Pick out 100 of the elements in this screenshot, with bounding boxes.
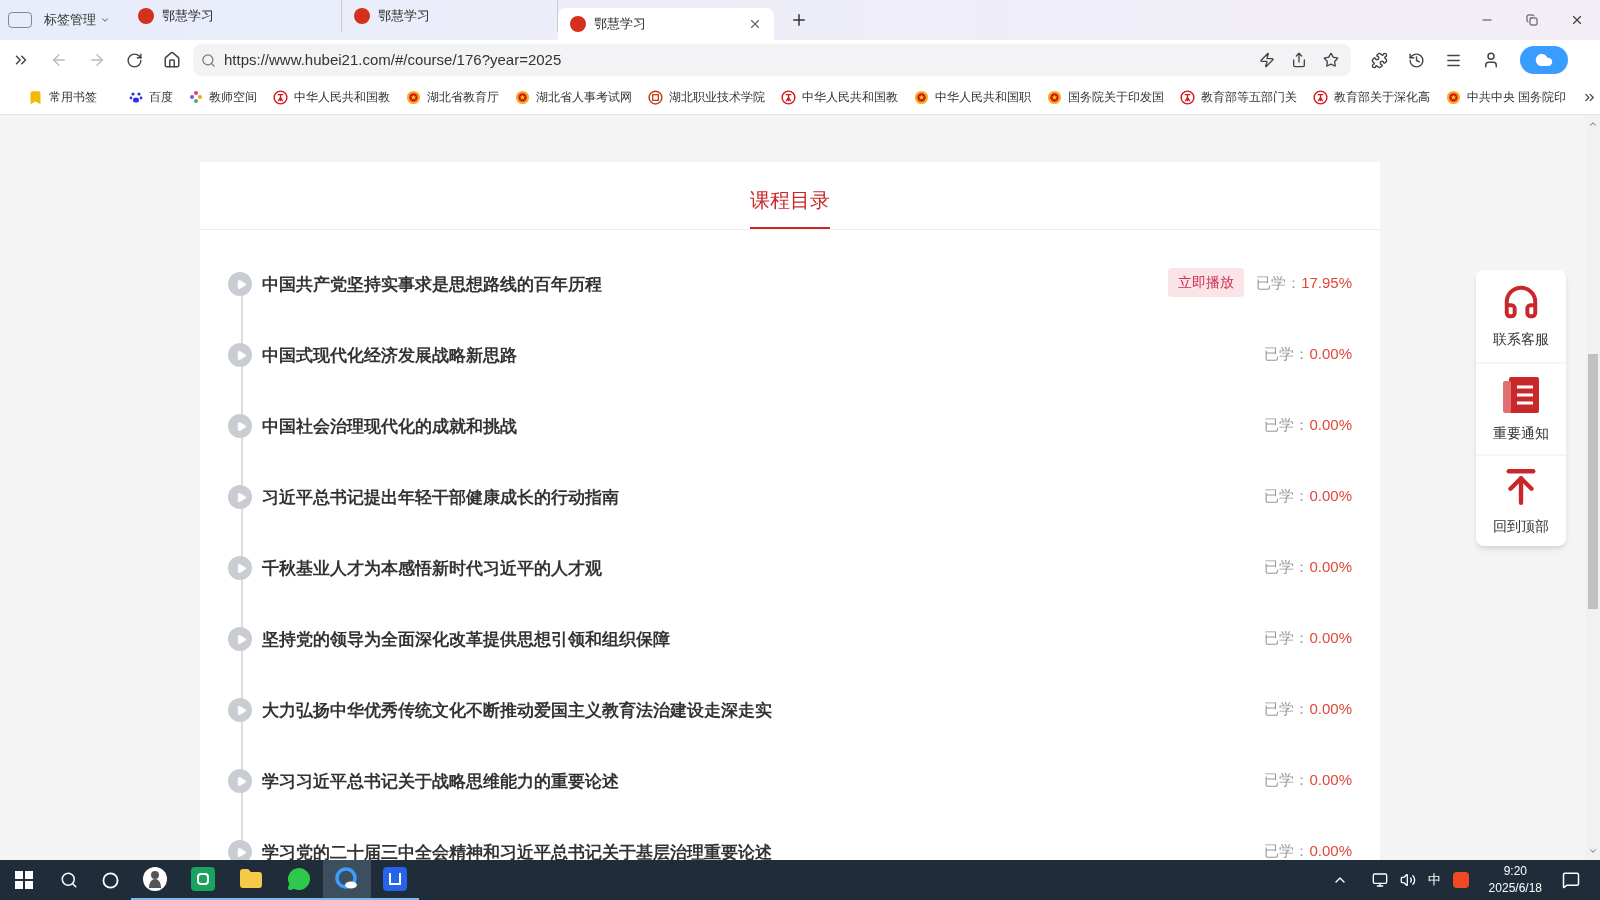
- side-panel-button[interactable]: 回到顶部: [1476, 454, 1566, 546]
- lesson-title[interactable]: 习近平总书记提出年轻干部健康成长的行动指南: [262, 485, 1265, 511]
- taskbar-app[interactable]: [323, 860, 371, 900]
- triangle-icon: [235, 775, 247, 787]
- bookmark-icon: [28, 89, 43, 105]
- bookmark-label: 湖北省教育厅: [427, 89, 499, 106]
- bookmark-item[interactable]: 中共中央 国务院印: [1446, 88, 1567, 106]
- document-app-icon: [383, 867, 407, 891]
- extensions-icon[interactable]: [1371, 51, 1388, 69]
- bookmark-label: 湖北省人事考试网: [536, 89, 632, 106]
- profile-icon[interactable]: [1482, 51, 1500, 69]
- triangle-icon: [235, 633, 247, 645]
- close-icon[interactable]: [748, 17, 762, 31]
- star-icon[interactable]: [1323, 52, 1339, 68]
- lesson-title[interactable]: 学习习近平总书记关于战略思维能力的重要论述: [262, 769, 1265, 795]
- sidebar-toggle-icon[interactable]: [8, 12, 32, 28]
- paw-icon: [129, 90, 143, 104]
- bookmark-item[interactable]: 教师空间: [189, 88, 257, 106]
- tab-title: 鄂慧学习: [162, 7, 215, 26]
- triangle-icon: [235, 420, 247, 432]
- bookmark-item[interactable]: 湖北省人事考试网: [515, 88, 632, 106]
- progress-value: 0.00%: [1309, 841, 1352, 860]
- side-panel-button[interactable]: 联系客服: [1476, 270, 1566, 362]
- tab-manager-button[interactable]: 标签管理: [44, 10, 110, 30]
- progress-label: 已学：: [1264, 628, 1310, 648]
- folder-icon: [239, 867, 263, 891]
- tab-title: 鄂慧学习: [378, 7, 431, 26]
- progress-value: 0.00%: [1309, 486, 1352, 506]
- triangle-icon: [235, 846, 247, 858]
- spreadsheet-app-icon: [191, 867, 215, 891]
- close-window-icon[interactable]: [1570, 13, 1584, 27]
- triangle-icon: [235, 278, 247, 290]
- bookmark-label: 教育部等五部门关: [1201, 89, 1297, 106]
- lesson-title[interactable]: 中国共产党坚持实事求是思想路线的百年历程: [262, 272, 1169, 298]
- scroll-down-icon[interactable]: [1588, 846, 1598, 856]
- bookmark-label: 中华人民共和国教: [294, 89, 390, 106]
- caret-icon: [100, 15, 110, 25]
- address-field[interactable]: https://www.hubei21.com/#/course/176?year=2025: [193, 44, 1351, 76]
- bookmark-label: 常用书签: [49, 89, 97, 106]
- bookmark-item[interactable]: 教育部关于深化高: [1313, 88, 1430, 106]
- scrollbar-thumb[interactable]: [1588, 354, 1598, 609]
- history-icon[interactable]: [1408, 51, 1425, 69]
- catalog-tab[interactable]: 课程目录: [750, 185, 830, 229]
- clock-date: 2025/6/18: [1488, 880, 1542, 897]
- volume-icon[interactable]: [1399, 872, 1416, 888]
- avatar-icon: [142, 866, 168, 892]
- emblem-icon: [1446, 89, 1461, 105]
- restore-icon[interactable]: [1526, 14, 1538, 26]
- lesson-title[interactable]: 千秋基业人才为本感悟新时代习近平的人才观: [262, 556, 1265, 582]
- lesson-title[interactable]: 坚持党的领导为全面深化改革提供思想引领和组织保障: [262, 627, 1265, 653]
- bookmark-label: 教师空间: [209, 89, 257, 106]
- seal-icon: [273, 89, 288, 105]
- lightning-icon[interactable]: [1259, 52, 1275, 68]
- bookmark-label: 中华人民共和国教: [802, 89, 898, 106]
- scroll-up-icon[interactable]: [1588, 119, 1598, 129]
- bookmark-item[interactable]: 常用书签: [28, 88, 97, 106]
- bookmark-item[interactable]: 百度: [129, 88, 173, 106]
- lesson-title[interactable]: 学习党的二十届三中全会精神和习近平总书记关于基层治理重要论述: [262, 840, 1265, 860]
- cloud-icon: [1535, 51, 1553, 69]
- lesson-title[interactable]: 中国式现代化经济发展战略新思路: [262, 343, 1265, 369]
- triangle-icon: [235, 562, 247, 574]
- clock-time: 9:20: [1503, 863, 1527, 880]
- bookmark-item[interactable]: 国务院关于印发国: [1047, 88, 1164, 106]
- play-now-button[interactable]: 立即播放: [1168, 268, 1245, 297]
- lesson-title[interactable]: 中国社会治理现代化的成就和挑战: [262, 414, 1265, 440]
- share-icon[interactable]: [1291, 52, 1307, 68]
- emblem-icon: [914, 89, 929, 105]
- bookmark-item[interactable]: 湖北职业技术学院: [648, 88, 765, 106]
- triangle-icon: [235, 349, 247, 361]
- network-icon[interactable]: [1371, 872, 1388, 888]
- input-method-indicator[interactable]: 中: [1427, 870, 1441, 890]
- home-icon[interactable]: [163, 51, 181, 69]
- progress-label: 已学：: [1264, 557, 1310, 577]
- notifications-icon[interactable]: [1562, 871, 1580, 889]
- lesson-title[interactable]: 大力弘扬中华优秀传统文化不断推动爱国主义教育法治建设走深走实: [262, 698, 1265, 724]
- bookmark-item[interactable]: 教育部等五部门关: [1180, 88, 1297, 106]
- document-icon: [1501, 374, 1541, 415]
- new-tab-icon[interactable]: [790, 11, 808, 29]
- side-panel-button[interactable]: 重要通知: [1476, 362, 1566, 454]
- bookmark-item[interactable]: 中华人民共和国教: [781, 88, 898, 106]
- progress-value: 0.00%: [1309, 557, 1352, 577]
- progress-label: 已学：: [1264, 770, 1310, 790]
- browser-tab[interactable]: 鄂慧学习: [342, 0, 558, 32]
- reload-icon[interactable]: [126, 51, 143, 69]
- search-icon: [201, 52, 216, 68]
- site-logo-icon: [570, 16, 586, 32]
- browser-tab[interactable]: 鄂慧学习: [558, 8, 774, 40]
- browser-tab[interactable]: 鄂慧学习: [126, 0, 342, 32]
- tab-title: 鄂慧学习: [594, 15, 647, 34]
- search-icon[interactable]: [60, 871, 78, 889]
- cloud-button[interactable]: [1520, 46, 1568, 74]
- bookmark-item[interactable]: 中华人民共和国职: [914, 88, 1031, 106]
- emblem-icon: [1047, 89, 1062, 105]
- ime-logo-icon[interactable]: [1452, 872, 1469, 888]
- task-view-icon[interactable]: [102, 871, 119, 889]
- progress-label: 已学：: [1264, 841, 1310, 860]
- bookmark-item[interactable]: 湖北省教育厅: [406, 88, 499, 106]
- bookmark-item[interactable]: 中华人民共和国教: [273, 88, 390, 106]
- seal-icon: [781, 89, 796, 105]
- chat-icon: [287, 867, 311, 891]
